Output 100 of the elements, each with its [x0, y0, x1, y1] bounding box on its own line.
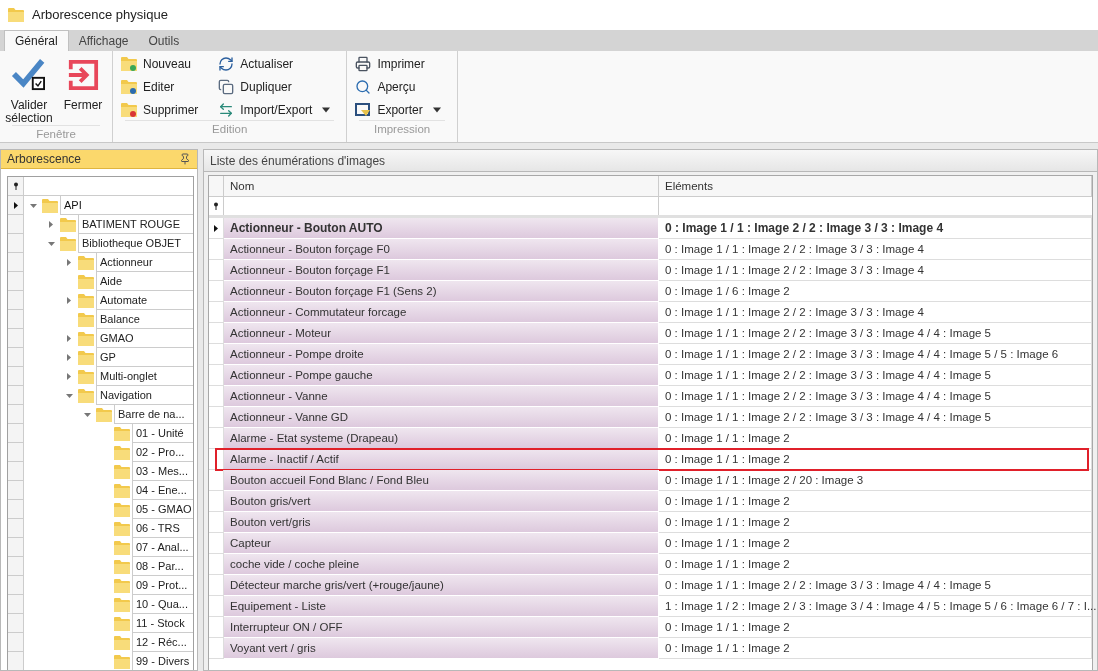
edit-folder-icon — [121, 80, 137, 94]
table-cell[interactable]: Voyant vert / gris — [224, 638, 659, 659]
tree-item[interactable]: Balance — [96, 310, 193, 329]
table-cell[interactable]: Capteur — [224, 533, 659, 554]
table-cell[interactable]: Actionneur - Moteur — [224, 323, 659, 344]
ribbon-button[interactable]: Import/Export — [214, 101, 335, 119]
current-row-icon — [214, 224, 218, 232]
folder-icon — [114, 635, 130, 650]
table-cell[interactable]: 0 : Image 1 / 1 : Image 2 / 2 : Image 3 / 3 : Image 4 / 4 : Image 5 — [659, 407, 1092, 428]
tree-item[interactable]: GP — [96, 348, 193, 367]
table-cell[interactable]: 0 : Image 1 / 1 : Image 2 / 2 : Image 3 / 3 : Image 4 / 4 : Image 5 — [659, 323, 1092, 344]
collapse-arrow-icon[interactable] — [65, 393, 73, 398]
table-cell[interactable]: Alarme - Etat systeme (Drapeau) — [224, 428, 659, 449]
expand-arrow-icon[interactable] — [67, 297, 71, 304]
tree-item[interactable]: Automate — [96, 291, 193, 310]
table-cell[interactable]: 0 : Image 1 / 1 : Image 2 — [659, 491, 1092, 512]
expand-arrow-icon[interactable] — [67, 259, 71, 266]
ribbon-button[interactable]: Imprimer — [351, 55, 445, 73]
table-cell[interactable]: Equipement - Liste — [224, 596, 659, 617]
table-cell[interactable]: Bouton vert/gris — [224, 512, 659, 533]
tree-item[interactable]: 02 - Pro... — [132, 443, 193, 462]
table-cell[interactable]: 0 : Image 1 / 1 : Image 2 / 2 : Image 3 / 3 : Image 4 — [659, 239, 1092, 260]
table-cell[interactable]: Actionneur - Bouton forçage F1 — [224, 260, 659, 281]
tree-item[interactable]: 03 - Mes... — [132, 462, 193, 481]
folder-icon — [78, 312, 94, 327]
table-cell[interactable]: Actionneur - Bouton forçage F0 — [224, 239, 659, 260]
column-header[interactable]: Nom — [224, 176, 659, 196]
copy-icon — [218, 79, 235, 95]
tree-item[interactable]: 01 - Unité — [132, 424, 193, 443]
ribbon-button[interactable]: Supprimer — [117, 101, 203, 119]
table-cell[interactable]: 0 : Image 1 / 1 : Image 2 — [659, 617, 1092, 638]
tree-item[interactable]: Bibliotheque OBJET — [78, 234, 193, 253]
table-cell[interactable]: Actionneur - Commutateur forcage — [224, 302, 659, 323]
table-cell[interactable]: 0 : Image 1 / 1 : Image 2 — [659, 554, 1092, 575]
tree-item[interactable]: GMAO — [96, 329, 193, 348]
tree-item[interactable]: 07 - Anal... — [132, 538, 193, 557]
table-cell[interactable]: 0 : Image 1 / 1 : Image 2 / 2 : Image 3 / 3 : Image 4 / 4 : Image 5 — [659, 365, 1092, 386]
tree-item[interactable]: Actionneur — [96, 253, 193, 272]
expand-arrow-icon[interactable] — [67, 373, 71, 380]
tree-item[interactable]: 99 - Divers — [132, 652, 193, 670]
table-cell[interactable]: Détecteur marche gris/vert (+rouge/jaune) — [224, 575, 659, 596]
table-cell[interactable]: Actionneur - Bouton forçage F1 (Sens 2) — [224, 281, 659, 302]
tree-item[interactable]: 10 - Qua... — [132, 595, 193, 614]
tree-item[interactable]: 12 - Réc... — [132, 633, 193, 652]
ribbon-button[interactable]: Exporter — [351, 101, 445, 119]
ribbon-button[interactable]: Actualiser — [214, 55, 335, 73]
tree-item[interactable]: 09 - Prot... — [132, 576, 193, 595]
ribbon-button[interactable]: Aperçu — [351, 78, 445, 96]
collapse-arrow-icon[interactable] — [47, 241, 55, 246]
tree-item[interactable]: Multi-onglet — [96, 367, 193, 386]
table-cell[interactable]: Actionneur - Bouton AUTO — [224, 218, 659, 239]
tree-item[interactable]: BATIMENT ROUGE — [78, 215, 193, 234]
ribbon-button[interactable]: Editer — [117, 78, 203, 96]
collapse-arrow-icon[interactable] — [29, 203, 37, 208]
expand-arrow-icon[interactable] — [49, 221, 53, 228]
tree-item[interactable]: Navigation — [96, 386, 193, 405]
tree-item[interactable]: Barre de na... — [114, 405, 193, 424]
folder-icon — [114, 426, 130, 441]
table-cell[interactable]: 0 : Image 1 / 1 : Image 2 — [659, 533, 1092, 554]
column-header[interactable]: Eléments — [659, 176, 1092, 196]
table-cell[interactable]: Interrupteur ON / OFF — [224, 617, 659, 638]
tree-item[interactable]: 06 - TRS — [132, 519, 193, 538]
table-cell[interactable]: 0 : Image 1 / 1 : Image 2 — [659, 449, 1092, 470]
table-cell[interactable]: coche vide / coche pleine — [224, 554, 659, 575]
collapse-arrow-icon[interactable] — [83, 412, 91, 417]
table-cell[interactable]: Actionneur - Pompe droite — [224, 344, 659, 365]
table-cell[interactable]: 0 : Image 1 / 1 : Image 2 / 20 : Image 3 — [659, 470, 1092, 491]
expand-arrow-icon[interactable] — [67, 354, 71, 361]
table-cell[interactable]: 0 : Image 1 / 6 : Image 2 — [659, 281, 1092, 302]
tree-item[interactable]: Aide — [96, 272, 193, 291]
table-cell[interactable]: 0 : Image 1 / 1 : Image 2 / 2 : Image 3 / 3 : Image 4 / 4 : Image 5 — [659, 386, 1092, 407]
tree-item[interactable]: 04 - Ene... — [132, 481, 193, 500]
ribbon-large-button[interactable]: Valider sélection — [4, 55, 54, 125]
tree-item[interactable]: 05 - GMAO — [132, 500, 193, 519]
table-cell[interactable]: Bouton gris/vert — [224, 491, 659, 512]
table-cell[interactable]: 0 : Image 1 / 1 : Image 2 / 2 : Image 3 / 3 : Image 4 / 4 : Image 5 / 5 : Image 6 — [659, 344, 1092, 365]
table-cell[interactable]: Actionneur - Pompe gauche — [224, 365, 659, 386]
table-cell[interactable]: Actionneur - Vanne GD — [224, 407, 659, 428]
ribbon-tab[interactable]: Outils — [138, 30, 190, 51]
tree-item[interactable]: 11 - Stock — [132, 614, 193, 633]
table-cell[interactable]: 0 : Image 1 / 1 : Image 2 / 2 : Image 3 / 3 : Image 4 / 4 : Image 5 — [659, 575, 1092, 596]
ribbon-button[interactable]: Nouveau — [117, 55, 203, 73]
new-folder-icon — [121, 57, 137, 71]
table-cell[interactable]: 0 : Image 1 / 1 : Image 2 — [659, 638, 1092, 659]
tree-item[interactable]: 08 - Par... — [132, 557, 193, 576]
table-cell[interactable]: 0 : Image 1 / 1 : Image 2 / 2 : Image 3 / 3 : Image 4 — [659, 218, 1092, 239]
ribbon-button[interactable]: Dupliquer — [214, 78, 335, 96]
ribbon-tab[interactable]: Affichage — [68, 30, 139, 51]
table-cell[interactable]: 0 : Image 1 / 1 : Image 2 / 2 : Image 3 / 3 : Image 4 — [659, 260, 1092, 281]
folder-icon — [78, 255, 94, 270]
table-cell[interactable]: 0 : Image 1 / 1 : Image 2 — [659, 428, 1092, 449]
table-cell[interactable]: 0 : Image 1 / 1 : Image 2 / 2 : Image 3 / 3 : Image 4 — [659, 302, 1092, 323]
table-cell[interactable]: Bouton accueil Fond Blanc / Fond Bleu — [224, 470, 659, 491]
table-cell[interactable]: Actionneur - Vanne — [224, 386, 659, 407]
ribbon-tab[interactable]: Général — [4, 30, 69, 51]
expand-arrow-icon[interactable] — [67, 335, 71, 342]
ribbon-large-button[interactable]: Fermer — [58, 55, 108, 125]
tree-item[interactable]: API — [60, 196, 193, 215]
table-cell[interactable]: 0 : Image 1 / 1 : Image 2 — [659, 512, 1092, 533]
refresh-icon — [218, 56, 235, 72]
